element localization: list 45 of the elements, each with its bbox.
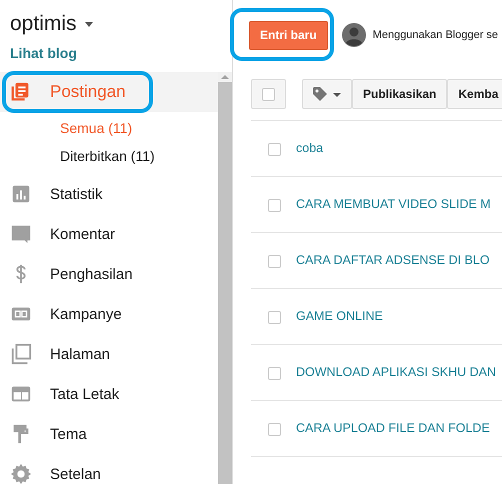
checkbox[interactable]: [268, 423, 281, 436]
sidebar-label: Postingan: [50, 82, 126, 102]
post-title-link[interactable]: CARA DAFTAR ADSENSE DI BLO: [296, 253, 490, 267]
post-title-link[interactable]: CARA MEMBUAT VIDEO SLIDE M: [296, 197, 491, 211]
toolbar-button[interactable]: Publikasikan: [352, 79, 448, 109]
sidebar-label: Tata Letak: [50, 386, 120, 402]
sidebar-label: Statistik: [50, 186, 103, 202]
sidebar-item[interactable]: Statistik: [0, 174, 218, 214]
pages-icon: [10, 343, 32, 365]
tag-icon: [313, 87, 341, 101]
checkbox[interactable]: [262, 88, 275, 100]
account-text: Menggunakan Blogger se: [372, 29, 498, 41]
checkbox[interactable]: [268, 143, 281, 156]
post-title-link[interactable]: coba: [296, 141, 324, 155]
post-title-link[interactable]: GAME ONLINE: [296, 309, 383, 323]
sidebar-item[interactable]: Penghasilan: [0, 254, 218, 294]
label-dropdown-button[interactable]: [302, 79, 352, 109]
scrollbar[interactable]: [218, 72, 232, 484]
sidebar-label: Halaman: [50, 346, 110, 362]
sidebar-label: Setelan: [50, 466, 101, 482]
sidebar-label: Penghasilan: [50, 266, 133, 282]
post-title-link[interactable]: CARA UPLOAD FILE DAN FOLDE: [296, 421, 490, 435]
view-blog-link[interactable]: Lihat blog: [10, 45, 77, 61]
toolbar-button[interactable]: Kemba: [447, 79, 502, 109]
sidebar-subitem[interactable]: Diterbitkan (11): [0, 142, 218, 170]
sidebar-item[interactable]: Tema: [0, 414, 218, 454]
sidebar-label: Komentar: [50, 226, 116, 242]
stats-icon: [10, 183, 32, 205]
post-title-link[interactable]: DOWNLOAD APLIKASI SKHU DAN: [296, 365, 496, 379]
checkbox[interactable]: [268, 311, 281, 324]
checkbox[interactable]: [268, 199, 281, 212]
sidebar-item[interactable]: Tata Letak: [0, 374, 218, 414]
sidebar-label: Tema: [50, 426, 87, 442]
blog-title-dropdown[interactable]: optimis: [10, 12, 93, 36]
sidebar-item[interactable]: Halaman: [0, 334, 218, 374]
sidebar-item[interactable]: Komentar: [0, 214, 218, 254]
checkbox[interactable]: [268, 367, 281, 380]
comments-icon: [10, 223, 32, 245]
select-all-button[interactable]: [251, 79, 286, 109]
avatar-icon[interactable]: [342, 23, 366, 47]
checkbox[interactable]: [268, 255, 281, 268]
sidebar-label: Kampanye: [50, 306, 122, 322]
caret-icon: [84, 22, 93, 26]
sidebar-item[interactable]: Kampanye: [0, 294, 218, 334]
sidebar-item[interactable]: Setelan: [0, 454, 218, 484]
